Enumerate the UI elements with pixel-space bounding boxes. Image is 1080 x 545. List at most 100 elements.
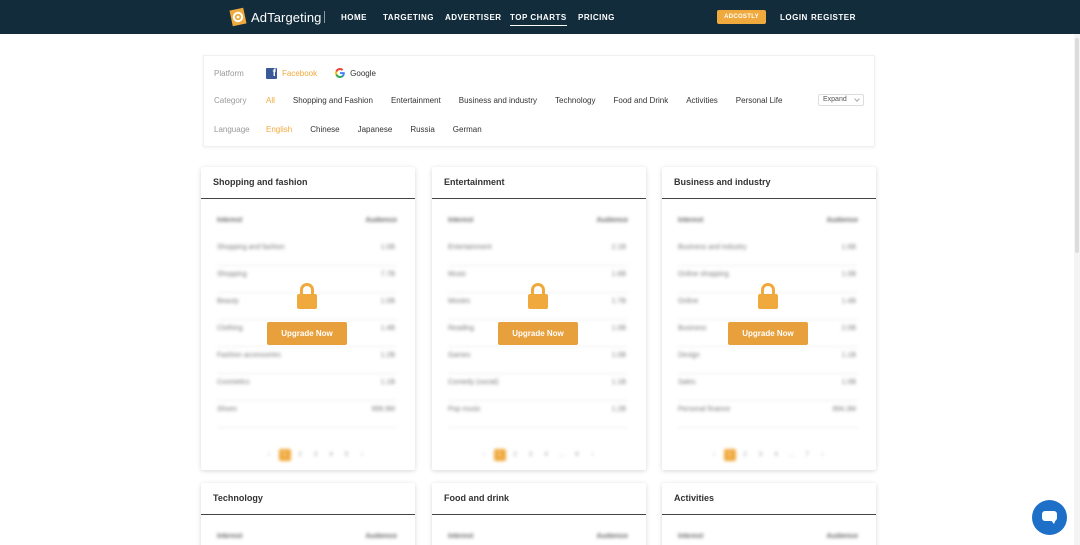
language-english[interactable]: English [266,125,292,134]
nav-advertiser[interactable]: ADVERTISER [445,13,502,22]
interest-header: Interest [678,533,704,540]
category-food-and-drink[interactable]: Food and Drink [614,96,669,105]
category-shopping-and-fashion[interactable]: Shopping and Fashion [293,96,373,105]
page-3[interactable]: 3 [310,449,322,461]
nav-targeting[interactable]: TARGETING [383,13,434,22]
expand-dropdown[interactable]: Expand [818,94,864,106]
page-1[interactable]: 1 [723,449,736,461]
prev-page[interactable]: ‹ [708,449,720,461]
platform-label: Platform [214,68,244,78]
lock-icon [528,283,548,309]
page-4[interactable]: 4 [325,449,337,461]
platform-facebook[interactable]: f Facebook [266,67,318,79]
interest-header: Interest [448,217,474,224]
interest-header: Interest [217,217,243,224]
interest-header: Interest [678,217,704,224]
pagination[interactable]: ‹ 1 2 3 4 … 6 › [478,449,602,461]
page-2[interactable]: 2 [739,449,751,461]
scrollbar-thumb[interactable] [1075,38,1079,253]
card-business-and-industry: Business and industry Interest Audience … [662,167,876,470]
page-3[interactable]: 3 [525,449,537,461]
page-7[interactable]: 7 [801,449,813,461]
language-label: Language [214,125,250,134]
platform-google-label: Google [350,68,376,78]
adcostly-button[interactable]: ADCOSTLY [717,10,766,24]
platform-google[interactable]: Google [334,67,376,79]
audience-header: Audience [826,217,858,224]
category-row: Category All Shopping and Fashion Entert… [214,96,800,105]
page-4[interactable]: 4 [770,449,782,461]
nav-top-charts[interactable]: TOP CHARTS [510,13,567,26]
table-row: Fashion accessories 1.2B [217,347,397,374]
table-row: Design 1.1B [678,347,858,374]
page-2[interactable]: 2 [509,449,521,461]
audience-header: Audience [596,217,628,224]
brand-name: AdTargeting [251,9,322,25]
nav-divider [324,11,325,23]
card-divider [662,514,876,515]
next-page[interactable]: › [587,449,599,461]
card-entertainment: Entertainment Interest Audience Entertai… [432,167,646,470]
category-label: Category [214,96,247,105]
language-russia[interactable]: Russia [410,125,434,134]
card-shopping-and-fashion: Shopping and fashion Interest Audience S… [201,167,415,470]
category-entertainment[interactable]: Entertainment [391,96,441,105]
table-row: Sales 1.0B [678,374,858,401]
card-activities: Activities Interest Audience [662,483,876,545]
register-link[interactable]: REGISTER [811,13,856,22]
table-row: Games 1.0B [448,347,628,374]
page-5[interactable]: 5 [341,449,353,461]
language-german[interactable]: German [453,125,482,134]
upgrade-now-button[interactable]: Upgrade Now [728,322,808,345]
next-page[interactable]: › [817,449,829,461]
page-2[interactable]: 2 [294,449,306,461]
table-row: Entertainment 2.1B [448,239,628,266]
category-personal-life[interactable]: Personal Life [736,96,783,105]
expand-label: Expand [823,96,847,103]
card-food-and-drink: Food and drink Interest Audience [432,483,646,545]
table-row: Shopping and fashion 1.0B [217,239,397,266]
page-6[interactable]: 6 [571,449,583,461]
page-1[interactable]: 1 [278,449,291,461]
platform-row: Platform f Facebook Google [214,67,393,79]
language-chinese[interactable]: Chinese [310,125,339,134]
pagination[interactable]: ‹ 1 2 3 4 5 › [263,449,372,461]
category-all[interactable]: All [266,96,275,105]
category-business-and-industry[interactable]: Business and industry [459,96,537,105]
language-row: Language English Chinese Japanese Russia… [214,125,500,134]
interest-header: Interest [448,533,474,540]
table-row: Pop music 1.2B [448,401,628,428]
chat-button[interactable] [1032,500,1067,535]
category-activities[interactable]: Activities [686,96,718,105]
card-divider [662,198,876,199]
category-technology[interactable]: Technology [555,96,595,105]
logo[interactable]: AdTargeting [228,7,321,27]
page-4[interactable]: 4 [540,449,552,461]
prev-page[interactable]: ‹ [478,449,490,461]
login-link[interactable]: LOGIN [780,13,808,22]
next-page[interactable]: › [356,449,368,461]
google-icon [335,68,345,78]
adtargeting-logo-icon [229,7,247,27]
language-japanese[interactable]: Japanese [358,125,393,134]
page-3[interactable]: 3 [755,449,767,461]
table-row: Shoes 999.9M [217,401,397,428]
audience-header: Audience [365,217,397,224]
card-title: Food and drink [444,493,509,503]
platform-facebook-label: Facebook [282,68,318,78]
card-title: Technology [213,493,263,503]
filter-panel: Platform f Facebook Google Category All … [203,55,875,147]
nav-home[interactable]: HOME [341,13,367,22]
upgrade-now-button[interactable]: Upgrade Now [267,322,347,345]
table-row: Cosmetics 1.1B [217,374,397,401]
prev-page[interactable]: ‹ [263,449,275,461]
card-divider [201,514,415,515]
audience-header: Audience [826,533,858,540]
upgrade-now-button[interactable]: Upgrade Now [498,322,578,345]
pagination[interactable]: ‹ 1 2 3 4 … 7 › [708,449,832,461]
nav-pricing[interactable]: PRICING [578,13,615,22]
table-row: Comedy (social) 1.1B [448,374,628,401]
page-1[interactable]: 1 [493,449,506,461]
audience-header: Audience [365,533,397,540]
interest-header: Interest [217,533,243,540]
